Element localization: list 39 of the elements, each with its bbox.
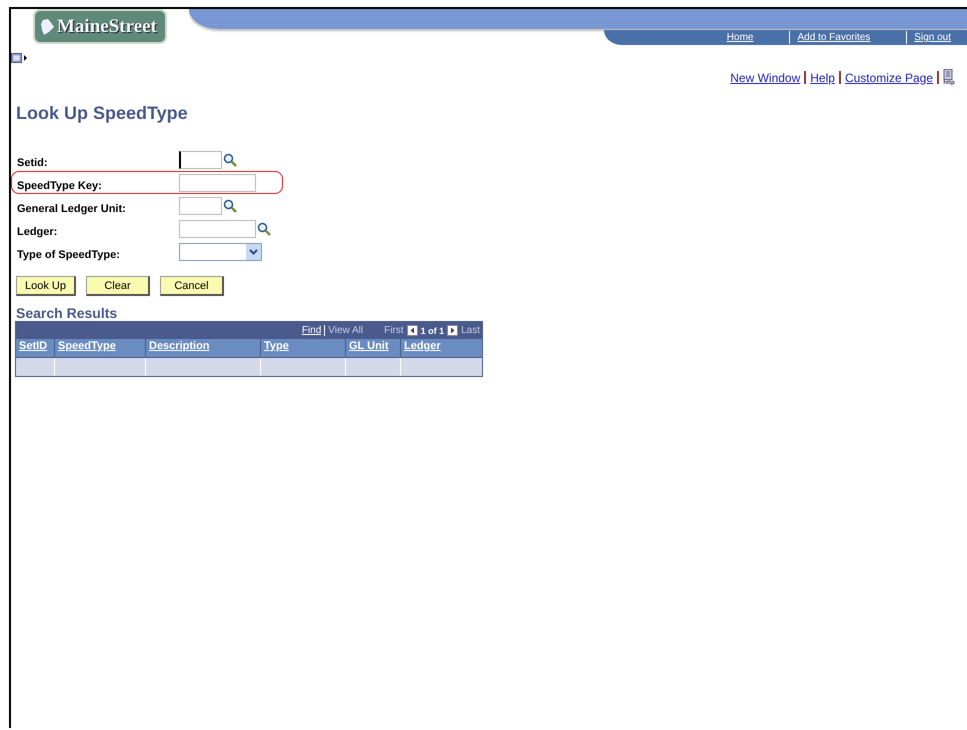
table-cell	[346, 358, 400, 376]
column-header[interactable]: Type	[261, 339, 345, 357]
page-link[interactable]: Customize Page	[844, 70, 933, 84]
search-icon[interactable]	[223, 198, 237, 212]
section-title: Search Results	[16, 305, 118, 321]
field-label: SpeedType Key:	[17, 178, 103, 192]
action-button[interactable]: Look Up	[16, 276, 76, 296]
page-link[interactable]: Help	[810, 70, 835, 84]
search-icon[interactable]	[257, 222, 271, 236]
column-header[interactable]: Description	[146, 339, 260, 357]
logo-text: MaineStreet	[57, 16, 157, 38]
action-button[interactable]: Cancel	[160, 276, 224, 296]
previous-icon[interactable]	[406, 325, 418, 336]
action-button[interactable]: Clear	[86, 276, 150, 296]
nav-link[interactable]: Add to Favorites	[797, 32, 870, 43]
field-label: Type of SpeedType:	[17, 248, 121, 260]
column-header[interactable]: GL Unit	[346, 339, 400, 357]
column-header[interactable]: SetID	[16, 339, 54, 357]
page-link[interactable]: New Window	[730, 70, 800, 84]
column-header[interactable]: Ledger	[401, 339, 482, 357]
search-icon[interactable]	[223, 152, 237, 166]
input-field[interactable]	[179, 220, 256, 238]
nav-link[interactable]: Home	[726, 32, 754, 43]
menu-toggle-icon[interactable]	[11, 53, 29, 63]
dropdown[interactable]	[179, 242, 262, 260]
field-label: General Ledger Unit:	[17, 202, 127, 214]
chevron-down-icon	[249, 248, 258, 254]
next-icon[interactable]	[447, 325, 458, 336]
page-title: Look Up SpeedType	[16, 103, 189, 124]
column-header[interactable]: SpeedType	[55, 339, 145, 357]
field-label: Setid:	[17, 156, 49, 168]
find-link[interactable]: Find	[302, 325, 322, 336]
field-label: Ledger:	[17, 224, 58, 238]
input-field[interactable]	[179, 196, 222, 214]
nav-link[interactable]: Sign out	[914, 32, 951, 43]
page-count: 1 of 1	[420, 326, 444, 336]
table-cell	[16, 358, 54, 376]
input-field[interactable]	[179, 174, 256, 192]
input-field[interactable]	[179, 150, 222, 168]
